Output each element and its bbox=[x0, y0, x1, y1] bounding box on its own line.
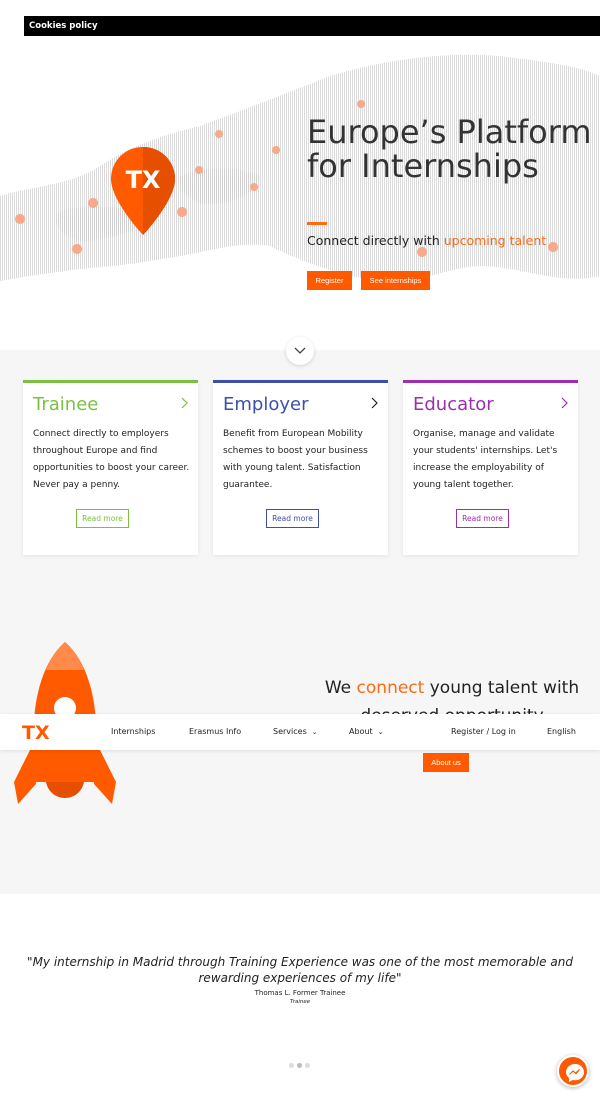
hero-section: TX Europe’s Platform for Internships Con… bbox=[0, 36, 600, 350]
nav-about-label: About bbox=[349, 727, 373, 736]
trainee-card-accent-bar bbox=[23, 380, 198, 383]
hero-subtitle: Connect directly with upcoming talent bbox=[307, 233, 546, 248]
chevron-right-icon[interactable] bbox=[181, 397, 188, 409]
trainee-read-more-button[interactable]: Read more bbox=[76, 509, 129, 528]
employer-card-title: Employer bbox=[223, 394, 309, 415]
connect-heading-prefix: We bbox=[324, 678, 357, 698]
nav-language[interactable]: English bbox=[547, 714, 576, 750]
connect-heading-accent: connect bbox=[356, 678, 425, 698]
nav-services-label: Services bbox=[273, 727, 307, 736]
nav-about[interactable]: About ⌄ bbox=[349, 714, 384, 750]
chevron-down-icon: ⌄ bbox=[377, 728, 384, 736]
trainee-card-title: Trainee bbox=[33, 394, 99, 415]
carousel-dot[interactable] bbox=[289, 1063, 294, 1068]
hero-subtitle-accent: upcoming talent bbox=[443, 233, 547, 248]
educator-card-accent-bar bbox=[403, 380, 578, 383]
educator-card[interactable]: Educator Organise, manage and validate y… bbox=[403, 380, 578, 555]
employer-card-accent-bar bbox=[213, 380, 388, 383]
hero-divider bbox=[307, 222, 327, 225]
testimonial-section: "My internship in Madrid through Trainin… bbox=[0, 894, 600, 1098]
svg-text:TX: TX bbox=[22, 722, 50, 742]
hero-title: Europe’s Platform for Internships bbox=[307, 113, 592, 185]
scroll-down-button[interactable] bbox=[286, 337, 314, 365]
nav-register-login[interactable]: Register / Log in bbox=[451, 714, 516, 750]
testimonial-quote: "My internship in Madrid through Trainin… bbox=[27, 955, 573, 985]
messenger-icon bbox=[566, 1064, 584, 1082]
educator-read-more-button[interactable]: Read more bbox=[456, 509, 509, 528]
trainee-card[interactable]: Trainee Connect directly to employers th… bbox=[23, 380, 198, 555]
nav-erasmus-info[interactable]: Erasmus Info bbox=[189, 714, 241, 750]
main-navbar: TX Internships Erasmus Info Services ⌄ Ab… bbox=[0, 714, 600, 750]
cookies-policy-label: Cookies policy bbox=[29, 21, 98, 31]
educator-card-text: Organise, manage and validate your stude… bbox=[413, 429, 558, 490]
carousel-dot[interactable] bbox=[305, 1063, 310, 1068]
chevron-right-icon[interactable] bbox=[561, 397, 568, 409]
employer-card-text: Benefit from European Mobility schemes t… bbox=[223, 429, 368, 490]
testimonial-role: Trainee bbox=[289, 999, 311, 1005]
nav-services[interactable]: Services ⌄ bbox=[273, 714, 318, 750]
employer-read-more-button[interactable]: Read more bbox=[266, 509, 319, 528]
about-us-button[interactable]: About us bbox=[423, 753, 469, 772]
carousel-dots bbox=[289, 1053, 313, 1068]
carousel-dot[interactable] bbox=[297, 1063, 302, 1068]
educator-card-title: Educator bbox=[413, 394, 494, 415]
audience-section: Trainee Connect directly to employers th… bbox=[0, 337, 600, 894]
tx-logo-icon[interactable]: TX bbox=[22, 722, 56, 742]
trainee-card-text: Connect directly to employers throughout… bbox=[33, 429, 190, 490]
nav-internships[interactable]: Internships bbox=[111, 714, 155, 750]
hero-subtitle-prefix: Connect directly with bbox=[307, 233, 444, 248]
chevron-down-icon: ⌄ bbox=[311, 728, 318, 736]
cookies-policy-bar[interactable]: Cookies policy bbox=[24, 16, 600, 36]
register-button[interactable]: Register bbox=[307, 271, 352, 290]
svg-text:TX: TX bbox=[126, 166, 161, 194]
chevron-right-icon[interactable] bbox=[371, 397, 378, 409]
see-internships-button[interactable]: See internships bbox=[361, 271, 430, 290]
messenger-chat-button[interactable] bbox=[557, 1055, 589, 1087]
chevron-down-icon bbox=[294, 347, 306, 354]
europe-map-illustration: TX bbox=[0, 54, 600, 282]
testimonial-author: Thomas L. Former Trainee bbox=[254, 989, 346, 997]
employer-card[interactable]: Employer Benefit from European Mobility … bbox=[213, 380, 388, 555]
